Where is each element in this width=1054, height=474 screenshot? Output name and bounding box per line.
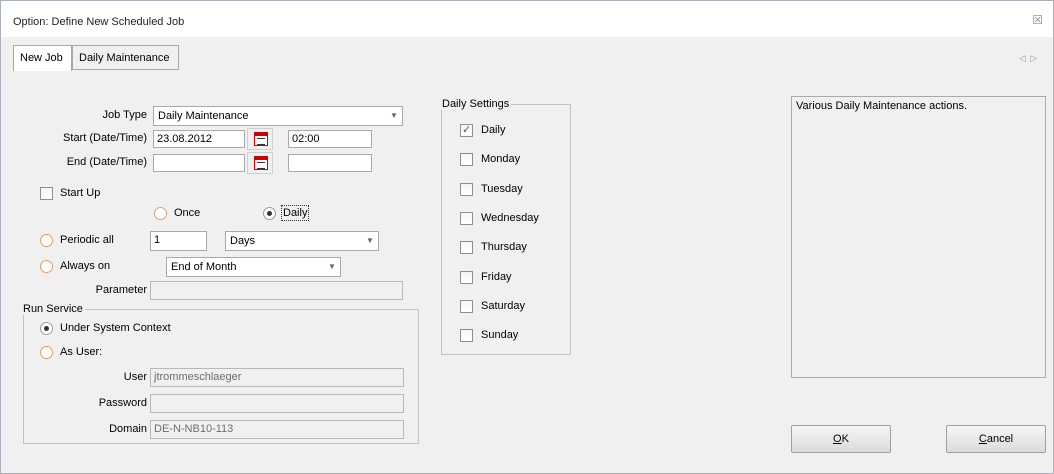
tab-new-job[interactable]: New Job <box>13 45 72 72</box>
cancel-button[interactable]: Cancel <box>946 425 1046 453</box>
day-label-saturday: Saturday <box>481 299 526 312</box>
always-on-label: Always on <box>60 260 111 272</box>
tab-scroll-right-icon[interactable]: ▷ <box>1030 53 1041 63</box>
end-time-input[interactable] <box>288 154 372 172</box>
parameter-label: Parameter <box>95 284 147 296</box>
cancel-mnemonic: C <box>978 433 987 445</box>
day-label-friday: Friday <box>481 270 512 283</box>
job-type-select[interactable]: Daily Maintenance ▼ <box>153 106 403 126</box>
end-calendar-icon[interactable] <box>247 152 273 174</box>
once-label: Once <box>174 207 201 219</box>
always-on-select[interactable]: End of Month ▼ <box>166 257 341 277</box>
periodic-label: Periodic all <box>60 234 114 246</box>
run-service-legend: Run Service <box>21 303 85 315</box>
periodic-unit-value: Days <box>230 235 256 247</box>
close-icon[interactable]: ☒ <box>1032 13 1043 27</box>
day-label-sunday: Sunday <box>481 329 519 342</box>
day-checkbox-tuesday[interactable] <box>460 182 473 196</box>
day-label-daily: Daily <box>481 124 506 136</box>
tab-daily-maintenance[interactable]: Daily Maintenance <box>72 45 179 70</box>
day-checkbox-daily[interactable] <box>460 123 473 137</box>
tab-scroll-arrows[interactable]: ◁▷ <box>1019 53 1041 64</box>
job-description: Various Daily Maintenance actions. <box>791 96 1046 378</box>
ok-mnemonic: O <box>833 433 842 445</box>
daily-settings-group <box>441 104 571 355</box>
start-calendar-icon[interactable] <box>247 128 273 150</box>
user-input[interactable]: jtrommeschlaeger <box>150 368 404 387</box>
daily-radio[interactable] <box>263 207 276 220</box>
job-type-label: Job Type <box>102 109 147 121</box>
day-label-thursday: Thursday <box>481 241 527 254</box>
periodic-unit-select[interactable]: Days ▼ <box>225 231 379 251</box>
always-on-value: End of Month <box>171 261 237 273</box>
always-on-radio[interactable] <box>40 260 53 273</box>
window-title: Option: Define New Scheduled Job <box>13 16 185 28</box>
password-label: Password <box>98 397 147 409</box>
password-input[interactable] <box>150 394 404 413</box>
as-user-radio[interactable] <box>40 346 53 359</box>
user-label: User <box>123 371 147 383</box>
end-datetime-label: End (Date/Time) <box>66 156 147 168</box>
system-context-label: Under System Context <box>60 322 171 334</box>
day-checkbox-thursday[interactable] <box>460 241 473 255</box>
day-checkbox-wednesday[interactable] <box>460 211 473 225</box>
ok-label: K <box>841 433 849 445</box>
domain-label: Domain <box>109 423 147 435</box>
as-user-label: As User: <box>60 346 103 358</box>
ok-button[interactable]: OK <box>791 425 891 453</box>
day-checkbox-monday[interactable] <box>460 153 473 167</box>
title-bar: Option: Define New Scheduled Job ☒ <box>1 1 1053 37</box>
start-date-input[interactable]: 23.08.2012 <box>153 130 245 148</box>
domain-input[interactable]: DE-N-NB10-113 <box>150 420 404 439</box>
day-label-monday: Monday <box>481 153 521 166</box>
chevron-down-icon[interactable]: ▼ <box>324 258 340 276</box>
daily-settings-legend: Daily Settings <box>440 98 512 110</box>
startup-label: Start Up <box>60 187 101 199</box>
start-time-input[interactable]: 02:00 <box>288 130 372 148</box>
start-datetime-label: Start (Date/Time) <box>63 132 147 144</box>
once-radio[interactable] <box>154 207 167 220</box>
tab-scroll-left-icon[interactable]: ◁ <box>1019 53 1030 63</box>
day-checkbox-saturday[interactable] <box>460 299 473 313</box>
day-label-tuesday: Tuesday <box>481 182 523 195</box>
end-date-input[interactable] <box>153 154 245 172</box>
system-context-radio[interactable] <box>40 322 53 335</box>
tab-content: Job Type Daily Maintenance ▼ Start (Date… <box>11 71 1047 467</box>
chevron-down-icon[interactable]: ▼ <box>362 232 378 250</box>
day-checkbox-friday[interactable] <box>460 270 473 284</box>
periodic-radio[interactable] <box>40 234 53 247</box>
job-type-value: Daily Maintenance <box>158 110 249 122</box>
parameter-input[interactable] <box>150 281 403 300</box>
cancel-label: ancel <box>986 433 1014 445</box>
day-checkbox-sunday[interactable] <box>460 329 473 343</box>
startup-checkbox[interactable] <box>40 187 53 200</box>
daily-radio-label: Daily <box>280 205 310 221</box>
periodic-count-input[interactable]: 1 <box>150 231 207 251</box>
chevron-down-icon[interactable]: ▼ <box>386 107 402 125</box>
dialog-window: Option: Define New Scheduled Job ☒ New J… <box>0 0 1054 474</box>
day-label-wednesday: Wednesday <box>481 211 539 224</box>
